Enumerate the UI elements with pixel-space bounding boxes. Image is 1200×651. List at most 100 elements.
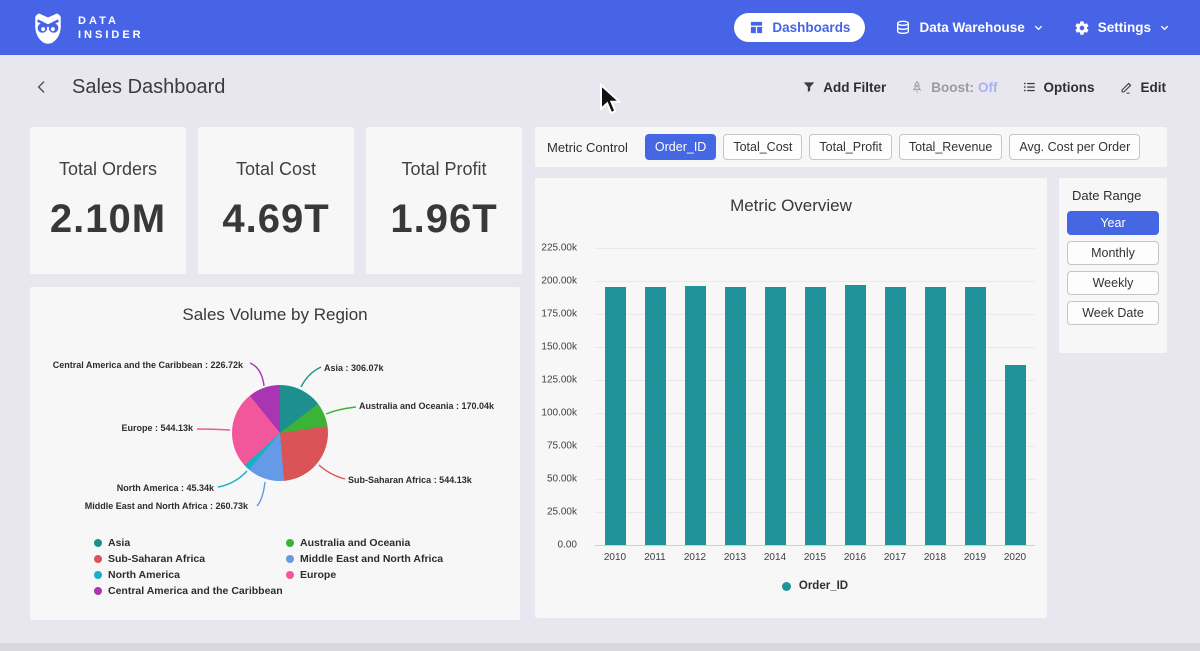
back-button[interactable] <box>34 78 50 96</box>
bar-slot <box>795 287 835 545</box>
pie-label-middle-east-north-africa: Middle East and North Africa : 260.73k <box>30 501 248 511</box>
bar-slot <box>715 287 755 545</box>
kpi-label: Total Cost <box>236 159 316 180</box>
pie-chart-title: Sales Volume by Region <box>30 305 520 325</box>
pie-legend-column: AsiaSub-Saharan Africa North America Centr… <box>94 535 283 599</box>
top-navbar: DATA INSIDER Dashboards Data Warehou <box>0 0 1200 55</box>
owl-icon <box>30 10 66 46</box>
bar-2019[interactable] <box>965 287 986 545</box>
boost-value: Off <box>978 80 998 95</box>
funnel-icon <box>802 80 816 94</box>
bar-legend-label: Order_ID <box>799 580 848 592</box>
list-icon <box>1022 80 1037 94</box>
bar-ytick-label: 175.00k <box>535 309 587 320</box>
metric-button-avg-cost-per-order[interactable]: Avg. Cost per Order <box>1009 134 1140 160</box>
database-icon <box>895 20 911 36</box>
bar-xtick-label: 2011 <box>635 552 675 563</box>
legend-label: North America <box>108 569 180 581</box>
pie-label-australia-oceania: Australia and Oceania : 170.04k <box>359 401 494 411</box>
header-toolbar: Add Filter Boost: Off Options <box>802 80 1166 95</box>
bar-xtick-label: 2013 <box>715 552 755 563</box>
metric-button-order-id[interactable]: Order_ID <box>645 134 716 160</box>
pie-label-sub-saharan-africa: Sub-Saharan Africa : 544.13k <box>348 475 472 485</box>
date-range-button-weekly[interactable]: Weekly <box>1067 271 1159 295</box>
legend-item-europe[interactable]: Europe <box>286 567 443 583</box>
legend-item-sub-saharan-africa[interactable]: Sub-Saharan Africa <box>94 551 283 567</box>
legend-item-australia-and-oceania[interactable]: Australia and Oceania <box>286 535 443 551</box>
metric-control-label: Metric Control <box>547 140 628 155</box>
legend-dot <box>94 555 102 563</box>
legend-item-asia[interactable]: Asia <box>94 535 283 551</box>
bar-slot <box>995 365 1035 545</box>
date-range-button-week-date[interactable]: Week Date <box>1067 301 1159 325</box>
window-bottom-edge <box>0 643 1200 651</box>
metric-button-total-cost[interactable]: Total_Cost <box>723 134 802 160</box>
settings-menu[interactable]: Settings <box>1074 20 1170 36</box>
date-range-button-year[interactable]: Year <box>1067 211 1159 235</box>
settings-label: Settings <box>1098 20 1151 35</box>
pie-legend-column: Australia and Oceania Middle East and Nor… <box>286 535 443 583</box>
sales-volume-by-region-card: Sales Volume by Region Central America a… <box>30 287 520 620</box>
bar-2011[interactable] <box>645 287 666 545</box>
add-filter-label: Add Filter <box>823 80 886 95</box>
data-warehouse-label: Data Warehouse <box>919 20 1024 35</box>
metric-button-total-profit[interactable]: Total_Profit <box>809 134 892 160</box>
bar-chart-title: Metric Overview <box>535 196 1047 216</box>
legend-label: Middle East and North Africa <box>300 553 443 565</box>
edit-button[interactable]: Edit <box>1119 80 1167 95</box>
date-range-panel: Date Range Year Monthly Weekly Week Date <box>1059 178 1167 353</box>
grid-icon <box>749 20 764 35</box>
dashboard-header: Sales Dashboard Add Filter Boost: Off <box>0 55 1200 119</box>
bar-slot <box>915 287 955 545</box>
bar-ytick-label: 150.00k <box>535 342 587 353</box>
add-filter-button[interactable]: Add Filter <box>802 80 886 95</box>
pie-label-europe: Europe : 544.13k <box>30 423 193 433</box>
legend-item-middle-east-and-north-africa[interactable]: Middle East and North Africa <box>286 551 443 567</box>
kpi-card-total-cost: Total Cost 4.69T <box>198 127 354 274</box>
metric-button-total-revenue[interactable]: Total_Revenue <box>899 134 1002 160</box>
kpi-label: Total Profit <box>401 159 486 180</box>
bar-2018[interactable] <box>925 287 946 545</box>
bar-2013[interactable] <box>725 287 746 545</box>
kpi-label: Total Orders <box>59 159 157 180</box>
bar-xtick-label: 2018 <box>915 552 955 563</box>
bar-ytick-label: 0.00 <box>535 540 587 551</box>
date-range-label: Date Range <box>1072 188 1167 203</box>
chevron-down-icon <box>1033 22 1044 33</box>
bar-2020[interactable] <box>1005 365 1026 545</box>
bar-2014[interactable] <box>765 287 786 545</box>
gear-icon <box>1074 20 1090 36</box>
dashboards-button[interactable]: Dashboards <box>734 13 865 42</box>
bar-ytick-label: 50.00k <box>535 474 587 485</box>
pie-label-central-america: Central America and the Caribbean : 226.… <box>30 360 243 370</box>
legend-item-north-america[interactable]: North America <box>94 567 283 583</box>
data-warehouse-menu[interactable]: Data Warehouse <box>895 20 1043 36</box>
date-range-button-monthly[interactable]: Monthly <box>1067 241 1159 265</box>
bar-slot <box>755 287 795 545</box>
legend-item-central-america-and-the-caribbean[interactable]: Central America and the Caribbean <box>94 583 283 599</box>
kpi-value: 2.10M <box>50 197 166 242</box>
bar-xtick-label: 2012 <box>675 552 715 563</box>
bar-ytick-label: 75.00k <box>535 441 587 452</box>
bar-ytick-label: 100.00k <box>535 408 587 419</box>
bar-2015[interactable] <box>805 287 826 545</box>
bar-2010[interactable] <box>605 287 626 545</box>
kpi-row: Total Orders 2.10M Total Cost 4.69T Tota… <box>30 127 522 274</box>
brand-line1: DATA <box>78 14 144 28</box>
bar-xtick-label: 2019 <box>955 552 995 563</box>
boost-toggle[interactable]: Boost: Off <box>910 80 997 95</box>
bar-2016[interactable] <box>845 285 866 545</box>
bar-chart-legend[interactable]: Order_ID <box>595 580 1035 592</box>
legend-label: Australia and Oceania <box>300 537 410 549</box>
kpi-value: 4.69T <box>222 197 329 242</box>
pie-chart[interactable] <box>232 385 328 481</box>
metric-overview-card: Metric Overview 225.00k200.00k175.00k150… <box>535 178 1047 618</box>
options-button[interactable]: Options <box>1022 80 1095 95</box>
bar-2012[interactable] <box>685 286 706 545</box>
bar-2017[interactable] <box>885 287 906 545</box>
kpi-value: 1.96T <box>390 197 497 242</box>
pencil-icon <box>1119 80 1134 95</box>
brand-logo: DATA INSIDER <box>30 10 144 46</box>
chevron-left-icon <box>34 78 50 96</box>
chevron-down-icon <box>1159 22 1170 33</box>
